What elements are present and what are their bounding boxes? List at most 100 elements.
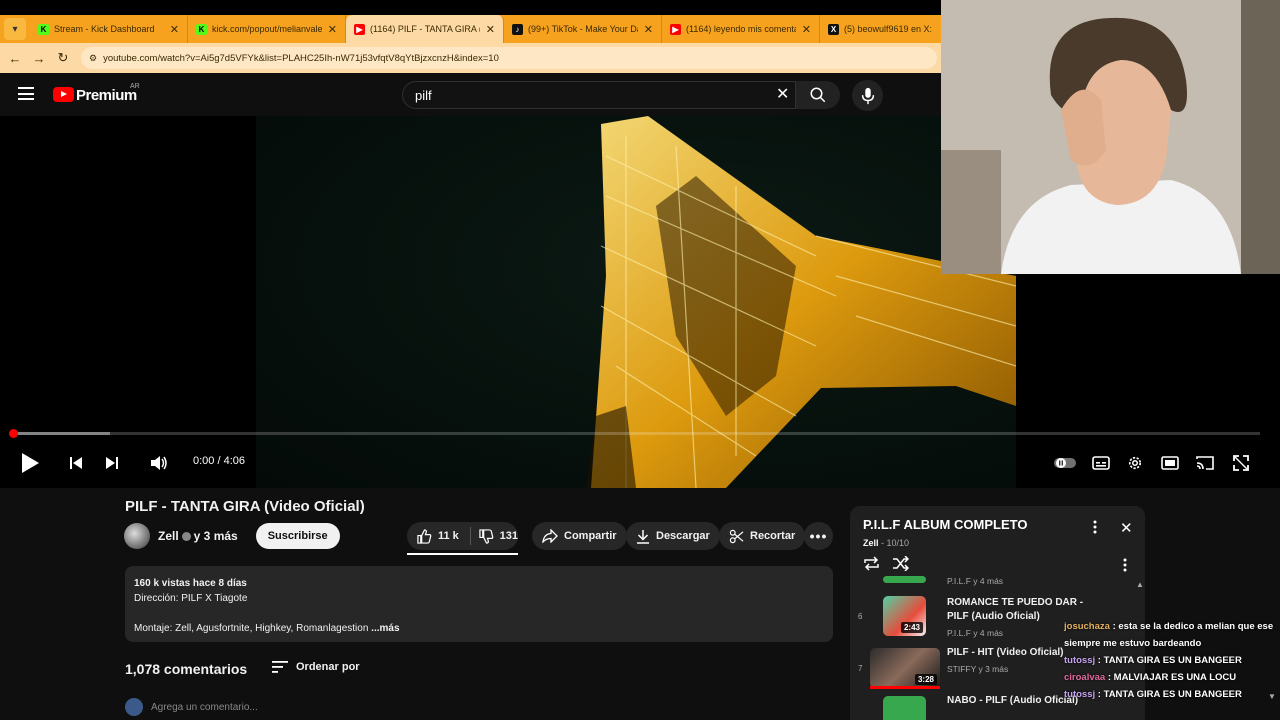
playlist-item-channel: STIFFY y 3 más — [947, 664, 1009, 674]
next-button[interactable] — [102, 452, 122, 474]
close-playlist-icon[interactable]: ✕ — [1120, 519, 1133, 537]
play-icon — [22, 453, 39, 473]
next-icon — [106, 457, 118, 469]
playlist-owner[interactable]: Zell — [863, 538, 879, 548]
progress-bar[interactable] — [13, 432, 1260, 435]
subscribe-button[interactable]: Suscribirse — [255, 523, 340, 549]
browser-tab-active[interactable]: ▶ (1164) PILF - TANTA GIRA (Vide ✕ — [346, 15, 504, 43]
scroll-down-icon[interactable]: ▼ — [1268, 692, 1276, 701]
channel-avatar[interactable] — [124, 523, 150, 549]
search-button[interactable] — [796, 81, 840, 109]
search-input[interactable]: pilf — [402, 81, 796, 109]
chat-message: josuchaza : esta se la dedico a melian q… — [1064, 621, 1274, 649]
more-horizontal-icon: ••• — [809, 528, 828, 544]
settings-button[interactable] — [1124, 452, 1146, 474]
playlist-title[interactable]: P.I.L.F ALBUM COMPLETO — [863, 517, 1027, 532]
like-dislike-group: 11 k 131 — [407, 522, 518, 550]
volume-button[interactable] — [148, 452, 170, 474]
tab-title: (5) beowulf9619 en X: ""tan — [844, 24, 932, 34]
back-arrow-icon[interactable]: ← — [3, 51, 27, 66]
clip-button[interactable]: Recortar — [719, 522, 806, 550]
clear-search-icon[interactable]: ✕ — [776, 84, 789, 104]
scroll-up-icon[interactable]: ▲ — [1136, 580, 1144, 589]
verified-icon — [181, 531, 191, 541]
chat-message: tutossj : TANTA GIRA ES UN BANGEER — [1064, 689, 1242, 700]
x-icon: X — [828, 23, 839, 35]
download-label: Descargar — [656, 530, 710, 542]
channel-row: Zell y 3 más Suscribirse — [124, 522, 340, 550]
close-tab-icon[interactable]: ✕ — [802, 23, 811, 36]
sort-comments-button[interactable]: Ordenar por — [272, 661, 360, 673]
theater-mode-button[interactable] — [1159, 452, 1181, 474]
youtube-premium-logo[interactable]: Premium — [76, 87, 137, 104]
dislike-count: 131 — [499, 530, 518, 542]
view-stats: 160 k vistas hace 8 días — [134, 578, 247, 589]
site-settings-icon[interactable]: ⚙ — [89, 53, 97, 64]
tab-title: kick.com/popout/melianvalen/ — [212, 24, 322, 34]
playlist-subtitle: Zell - 10/10 — [863, 538, 910, 548]
share-label: Compartir — [564, 530, 617, 542]
address-bar: ← → ↻ ⚙ youtube.com/watch?v=Ai5g7d5VFYk&… — [0, 43, 941, 73]
browser-tab[interactable]: K kick.com/popout/melianvalen/ ✕ — [188, 15, 346, 43]
more-actions-button[interactable]: ••• — [804, 522, 833, 550]
subtitles-button[interactable] — [1090, 452, 1112, 474]
stream-chat-overlay: josuchaza : esta se la dedico a melian q… — [1064, 618, 1280, 703]
browser-tab[interactable]: K Stream - Kick Dashboard ✕ — [30, 15, 188, 43]
video-thumbnail — [883, 696, 926, 720]
forward-arrow-icon[interactable]: → — [27, 51, 51, 66]
sort-label: Ordenar por — [296, 661, 360, 673]
gear-icon — [1128, 456, 1142, 470]
url-field[interactable]: ⚙ youtube.com/watch?v=Ai5g7d5VFYk&list=P… — [81, 47, 937, 69]
kick-icon: K — [196, 23, 207, 35]
tab-title: (99+) TikTok - Make Your Day — [528, 24, 638, 34]
channel-collaborators[interactable]: y 3 más — [194, 529, 238, 543]
add-comment-field[interactable]: Agrega un comentario... — [125, 698, 258, 716]
user-avatar — [125, 698, 143, 716]
tab-search-icon[interactable]: ▾ — [4, 18, 26, 40]
autoplay-toggle[interactable] — [1053, 452, 1077, 474]
chat-message: tutossj : TANTA GIRA ES UN BANGEER — [1064, 655, 1242, 666]
video-duration: 3:28 — [914, 674, 937, 685]
playlist-position: 10/10 — [886, 538, 910, 548]
browser-tab[interactable]: ▶ (1164) leyendo mis comentario ✕ — [662, 15, 820, 43]
video-thumbnail: 2:43 — [883, 596, 926, 636]
scrubber-handle[interactable] — [9, 429, 18, 438]
scissors-icon — [729, 529, 744, 543]
reload-icon[interactable]: ↻ — [51, 50, 75, 66]
chat-message: ciroalvaa : MALVIAJAR ES UNA LOCU — [1064, 672, 1237, 683]
video-duration: 2:43 — [900, 622, 923, 633]
like-button[interactable]: 11 k — [417, 528, 470, 544]
playlist-item[interactable]: P.I.L.F y 4 más — [850, 562, 1145, 586]
youtube-logo-icon[interactable] — [53, 87, 74, 102]
description-line: Dirección: PILF X Tiagote — [134, 593, 248, 604]
show-more-link[interactable]: ...más — [371, 623, 399, 634]
browser-tab-bar: ▾ K Stream - Kick Dashboard ✕ K kick.com… — [0, 15, 941, 43]
chat-text: TANTA GIRA ES UN BANGEER — [1103, 689, 1242, 700]
chat-username: josuchaza — [1064, 621, 1110, 632]
kick-icon: K — [38, 23, 49, 35]
like-count: 11 k — [438, 530, 459, 542]
menu-icon[interactable] — [18, 87, 34, 100]
fullscreen-button[interactable] — [1230, 452, 1252, 474]
cast-button[interactable] — [1194, 452, 1216, 474]
previous-button[interactable] — [66, 452, 86, 474]
playlist-more-icon[interactable] — [1093, 520, 1097, 539]
play-button[interactable] — [18, 452, 42, 474]
voice-search-button[interactable] — [852, 80, 883, 111]
region-code: AR — [130, 83, 140, 90]
description-box[interactable]: 160 k vistas hace 8 días Dirección: PILF… — [125, 566, 833, 642]
playlist-item-index: 7 — [858, 664, 863, 673]
buffer-bar — [13, 432, 110, 435]
close-tab-icon[interactable]: ✕ — [328, 23, 337, 36]
close-tab-icon[interactable]: ✕ — [170, 23, 179, 36]
dislike-button[interactable]: 131 — [478, 528, 518, 544]
close-tab-icon[interactable]: ✕ — [486, 23, 495, 36]
playlist-item-channel: P.I.L.F y 4 más — [947, 576, 1004, 586]
close-tab-icon[interactable]: ✕ — [644, 23, 653, 36]
download-button[interactable]: Descargar — [626, 522, 720, 550]
browser-tab[interactable]: X (5) beowulf9619 en X: ""tan — [820, 15, 940, 43]
channel-name[interactable]: Zell — [158, 529, 179, 543]
browser-tab[interactable]: ♪ (99+) TikTok - Make Your Day ✕ — [504, 15, 662, 43]
share-button[interactable]: Compartir — [532, 522, 627, 550]
tab-title: (1164) leyendo mis comentario — [686, 24, 796, 34]
